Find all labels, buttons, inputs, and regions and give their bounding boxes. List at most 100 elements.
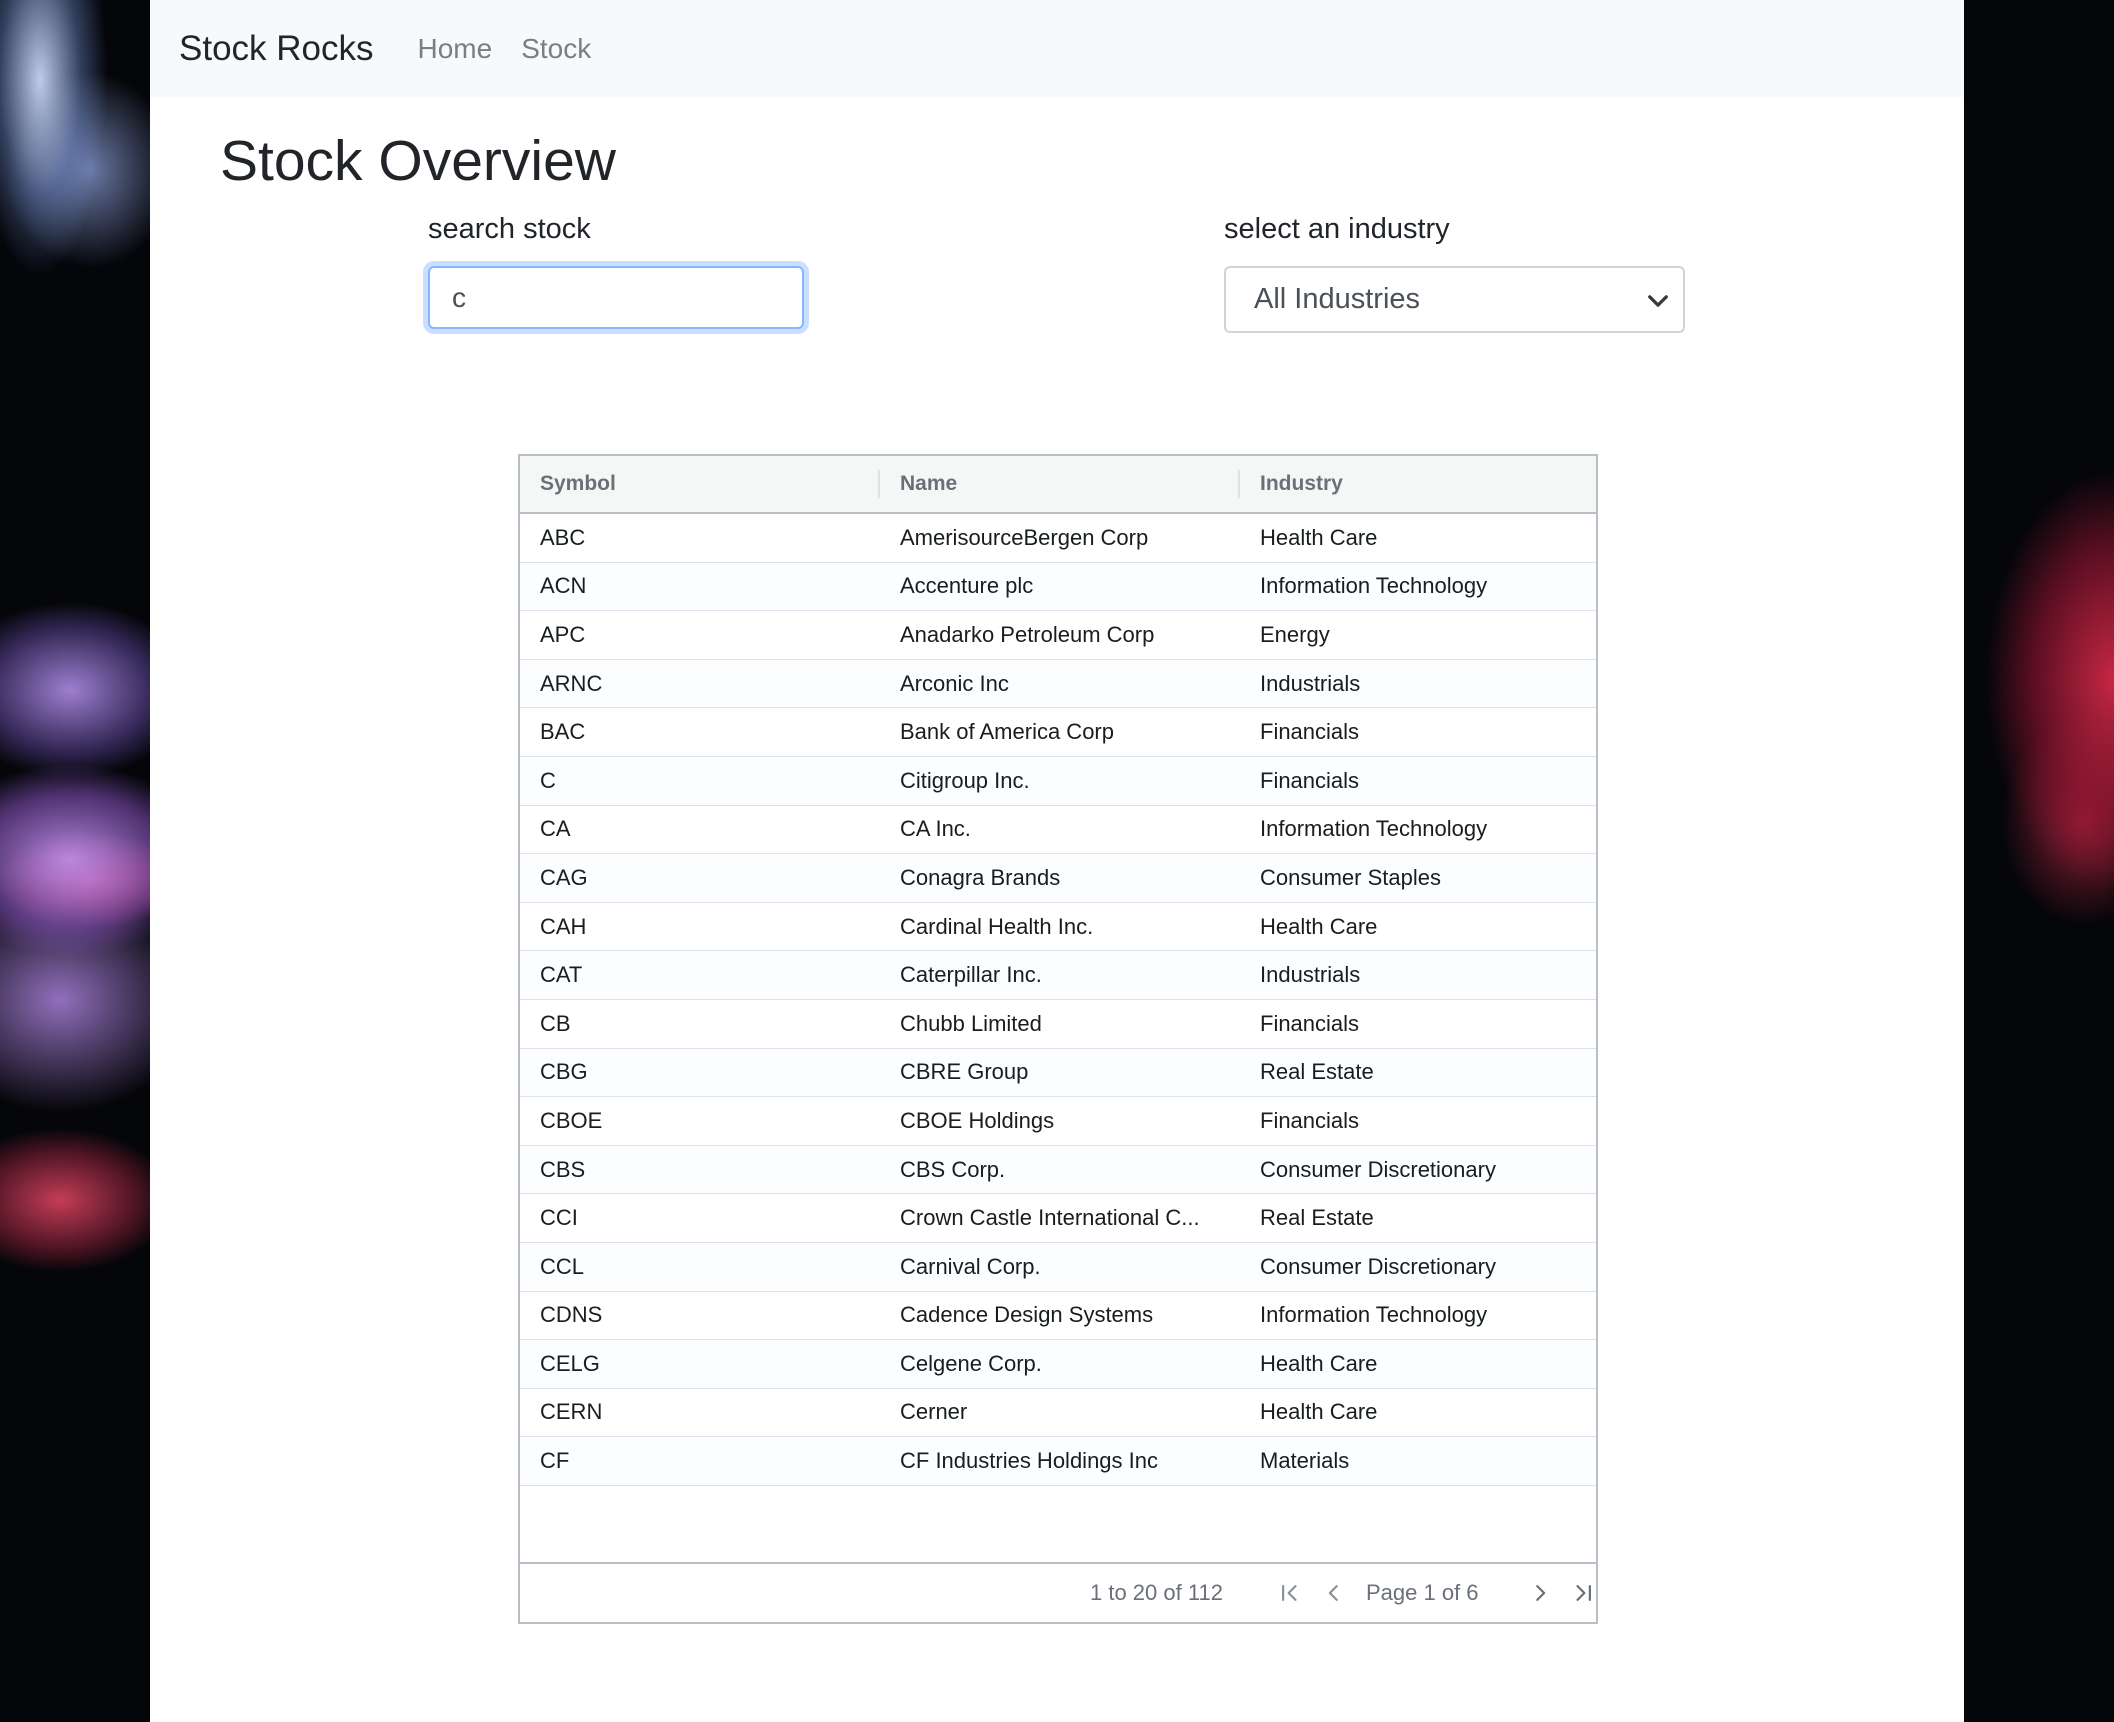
stock-grid: Symbol Name Industry ABC AmerisourceBerge… [518,454,1598,1624]
table-row[interactable]: APC Anadarko Petroleum Corp Energy [520,611,1596,660]
previous-page-icon[interactable] [1321,1580,1347,1606]
cell-industry: Health Care [1260,524,1378,550]
table-row[interactable]: CDNS Cadence Design Systems Information Te… [520,1292,1596,1341]
cell-name: Anadarko Petroleum Corp [900,621,1155,647]
row-count-summary: 1 to 20 of 112 [1090,1580,1223,1605]
table-row[interactable]: CBS CBS Corp. Consumer Discretionary [520,1145,1596,1195]
page-title: Stock Overview [220,129,616,193]
first-page-icon[interactable] [1277,1580,1303,1606]
table-row[interactable]: CBG CBRE Group Real Estate [520,1048,1596,1098]
cell-symbol: CAH [540,913,587,939]
pagination-bar: 1 to 20 of 112 Page 1 of 6 [520,1562,1596,1622]
cell-industry: Industrials [1260,670,1361,696]
grid-header: Symbol Name Industry [520,456,1596,514]
cell-symbol: CAT [540,962,583,988]
cell-symbol: CF [540,1448,570,1474]
cell-symbol: BAC [540,719,586,745]
cell-name: Arconic Inc [900,670,1009,696]
cell-industry: Materials [1260,1448,1350,1474]
column-header-name[interactable]: Name [900,456,957,512]
cell-symbol: CCI [540,1205,578,1231]
nav-link-stock[interactable]: Stock [521,33,591,65]
cell-industry: Financials [1260,1010,1360,1036]
cell-name: Celgene Corp. [900,1350,1042,1376]
cell-industry: Real Estate [1260,1205,1374,1231]
nav-link-home[interactable]: Home [418,33,493,65]
cell-industry: Health Care [1260,913,1378,939]
cell-industry: Financials [1260,719,1360,745]
cell-industry: Consumer Discretionary [1260,1253,1496,1279]
cell-symbol: CELG [540,1350,600,1376]
table-row[interactable]: CBOE CBOE Holdings Financials [520,1097,1596,1146]
column-resize-handle[interactable] [1238,470,1240,498]
table-row[interactable]: CCI Crown Castle International C... Real E… [520,1194,1596,1243]
industry-label: select an industry [1224,213,1450,245]
cell-name: Chubb Limited [900,1010,1042,1036]
cell-name: Cadence Design Systems [900,1302,1154,1328]
table-row[interactable]: CELG Celgene Corp. Health Care [520,1340,1596,1389]
cell-symbol: CA [540,816,571,842]
column-header-symbol[interactable]: Symbol [540,456,616,512]
cell-name: Conagra Brands [900,864,1061,890]
cell-symbol: CBG [540,1059,588,1085]
cell-name: CBS Corp. [900,1156,1006,1182]
cell-name: Bank of America Corp [900,719,1114,745]
table-row[interactable]: CERN Cerner Health Care [520,1389,1596,1438]
grid-body: ABC AmerisourceBergen Corp Health Care ACN A… [520,514,1596,1486]
cell-symbol: CBS [540,1156,586,1182]
cell-industry: Information Technology [1260,1302,1488,1328]
background-art-left [0,0,150,1722]
table-row[interactable]: ARNC Arconic Inc Industrials [520,659,1596,709]
cell-symbol: CDNS [540,1302,603,1328]
navbar: Stock Rocks Home Stock [150,0,1964,97]
table-row[interactable]: CA CA Inc. Information Technology [520,806,1596,855]
next-page-icon[interactable] [1527,1580,1553,1606]
chevron-down-icon [1648,295,1668,307]
cell-industry: Real Estate [1260,1059,1374,1085]
cell-symbol: CBOE [540,1107,603,1133]
cell-industry: Information Technology [1260,816,1488,842]
cell-name: Cardinal Health Inc. [900,913,1094,939]
cell-industry: Consumer Discretionary [1260,1156,1496,1182]
table-row[interactable]: CAT Caterpillar Inc. Industrials [520,951,1596,1000]
table-row[interactable]: ACN Accenture plc Information Technology [520,562,1596,612]
table-row[interactable]: ABC AmerisourceBergen Corp Health Care [520,514,1596,563]
cell-symbol: ABC [540,524,586,550]
column-header-industry[interactable]: Industry [1260,456,1343,512]
table-row[interactable]: CCL Carnival Corp. Consumer Discretionary [520,1242,1596,1292]
cell-symbol: ACN [540,573,587,599]
table-row[interactable]: CB Chubb Limited Financials [520,1000,1596,1049]
search-input[interactable] [428,266,804,329]
cell-industry: Consumer Staples [1260,864,1441,890]
table-row[interactable]: CAH Cardinal Health Inc. Health Care [520,903,1596,952]
cell-industry: Industrials [1260,962,1361,988]
cell-name: Crown Castle International C... [900,1205,1200,1231]
cell-name: CBOE Holdings [900,1107,1055,1133]
cell-symbol: ARNC [540,670,603,696]
cell-name: CBRE Group [900,1059,1029,1085]
table-row[interactable]: BAC Bank of America Corp Financials [520,708,1596,757]
cell-name: CA Inc. [900,816,971,842]
cell-name: Carnival Corp. [900,1253,1041,1279]
cell-name: Caterpillar Inc. [900,962,1042,988]
cell-name: CF Industries Holdings Inc [900,1448,1158,1474]
table-row[interactable]: CF CF Industries Holdings Inc Materials [520,1437,1596,1486]
cell-name: Accenture plc [900,573,1034,599]
industry-select[interactable]: All Industries [1224,266,1685,333]
cell-symbol: CERN [540,1399,603,1425]
cell-industry: Financials [1260,767,1360,793]
last-page-icon[interactable] [1570,1580,1596,1606]
table-row[interactable]: CAG Conagra Brands Consumer Staples [520,854,1596,903]
cell-name: AmerisourceBergen Corp [900,524,1149,550]
cell-industry: Health Care [1260,1399,1378,1425]
cell-symbol: CCL [540,1253,585,1279]
page-container: Stock Rocks Home Stock Stock Overview se… [150,0,1964,1722]
brand-link[interactable]: Stock Rocks [179,29,374,69]
cell-industry: Information Technology [1260,573,1488,599]
cell-industry: Energy [1260,621,1330,647]
search-label: search stock [428,213,591,245]
column-resize-handle[interactable] [878,470,880,498]
cell-name: Citigroup Inc. [900,767,1030,793]
table-row[interactable]: C Citigroup Inc. Financials [520,756,1596,806]
industry-selected-value: All Industries [1254,283,1421,315]
